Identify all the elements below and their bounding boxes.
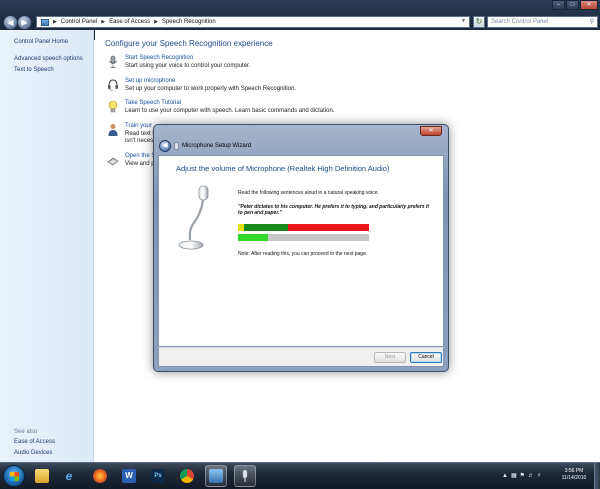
forward-button[interactable]: ▶ xyxy=(17,15,32,30)
clock-date: 11/14/2010 xyxy=(561,475,587,481)
sidebar-item-advanced-speech-options[interactable]: Advanced speech options xyxy=(14,56,83,62)
network-icon[interactable]: ▦ xyxy=(511,472,517,479)
breadcrumb-speech-recognition[interactable]: Speech Recognition xyxy=(162,19,216,25)
back-button[interactable]: ◀ xyxy=(3,15,18,30)
close-button[interactable]: ✕ xyxy=(580,0,598,10)
breadcrumb-control-panel[interactable]: Control Panel xyxy=(61,19,97,25)
task-title[interactable]: Start Speech Recognition xyxy=(125,55,250,61)
flag-icon[interactable]: ⚑ xyxy=(520,472,525,479)
next-button[interactable]: Next xyxy=(374,352,406,363)
sidebar-item-text-to-speech[interactable]: Text to Speech xyxy=(14,67,54,73)
volume-range-meter xyxy=(238,224,369,231)
wizard-back-button[interactable]: ◀ xyxy=(159,140,171,152)
cancel-button[interactable]: Cancel xyxy=(410,352,442,363)
minimize-button[interactable]: – xyxy=(552,0,565,10)
microphone-icon xyxy=(107,55,119,69)
start-button[interactable] xyxy=(3,465,25,487)
volume-icon[interactable]: ♬ xyxy=(528,473,534,479)
taskbar-chrome[interactable] xyxy=(176,465,198,487)
photoshop-icon: Ps xyxy=(151,469,165,483)
clock-time: 3:56 PM xyxy=(564,468,584,474)
input-level-meter xyxy=(238,234,369,241)
dialog-footer: Next Cancel xyxy=(158,347,444,367)
task-title[interactable]: Take Speech Tutorial xyxy=(125,100,334,106)
chevron-right-icon: ▶ xyxy=(101,19,106,25)
chevron-down-icon[interactable]: ▼ xyxy=(461,18,466,24)
taskbar: e W Ps ▲ ▦ ⚑ ♬ ⚡ 3:56 PM 11/14/2010 xyxy=(0,462,600,489)
taskbar-word[interactable]: W xyxy=(118,465,140,487)
card-icon xyxy=(107,153,119,167)
person-icon xyxy=(107,123,119,137)
search-placeholder: Search Control Panel xyxy=(491,19,549,25)
firefox-icon xyxy=(93,469,107,483)
dialog-body: Adjust the volume of Microphone (Realtek… xyxy=(158,155,444,347)
breadcrumb-ease-of-access[interactable]: Ease of Access xyxy=(109,19,150,25)
show-hidden-icons-icon[interactable]: ▲ xyxy=(502,473,508,479)
search-input[interactable]: Search Control Panel ⚲ xyxy=(487,16,598,28)
refresh-button[interactable]: ↻ xyxy=(473,16,485,28)
maximize-button[interactable]: □ xyxy=(566,0,579,10)
dialog-note: Note: After reading this, you can procee… xyxy=(238,251,368,257)
taskbar-speech-recognition[interactable] xyxy=(234,465,256,487)
internet-explorer-icon: e xyxy=(65,469,73,483)
dialog-instruction: Read the following sentences aloud in a … xyxy=(238,190,379,196)
task-description: View and p xyxy=(125,161,155,167)
dialog-close-button[interactable]: ✕ xyxy=(420,126,442,136)
chevron-right-icon: ▶ xyxy=(53,19,57,25)
taskbar-firefox[interactable] xyxy=(89,465,111,487)
see-also-label: See also xyxy=(14,429,38,435)
desk-microphone-icon xyxy=(177,184,217,254)
headset-icon xyxy=(107,78,119,92)
dialog-quote: "Peter dictates to his computer. He pref… xyxy=(238,204,430,216)
microphone-setup-wizard-dialog: ✕ ◀ Microphone Setup Wizard Adjust the v… xyxy=(153,124,449,372)
taskbar-explorer[interactable] xyxy=(31,465,53,487)
windows-logo-icon xyxy=(10,472,19,481)
clock[interactable]: 3:56 PM 11/14/2010 xyxy=(557,468,591,482)
meter-high-zone xyxy=(288,224,369,231)
task-open-speech-reference-card[interactable]: Open the S View and p xyxy=(107,153,155,168)
dialog-heading: Adjust the volume of Microphone (Realtek… xyxy=(176,164,390,173)
power-icon[interactable]: ⚡ xyxy=(537,472,541,479)
speech-recognition-icon xyxy=(238,469,252,483)
notification-area: ▲ ▦ ⚑ ♬ ⚡ xyxy=(502,472,541,480)
control-panel-icon xyxy=(41,18,49,26)
page-title: Configure your Speech Recognition experi… xyxy=(105,39,273,48)
task-description: Start using your voice to control your c… xyxy=(125,63,251,69)
task-description: Set up your computer to work properly wi… xyxy=(125,86,297,92)
meter-good-zone xyxy=(244,224,288,231)
task-title[interactable]: Set up microphone xyxy=(125,78,296,84)
task-start-speech-recognition[interactable]: Start Speech Recognition Start using you… xyxy=(107,55,250,70)
window-controls: – □ ✕ xyxy=(552,0,598,10)
dialog-title: Microphone Setup Wizard xyxy=(182,143,252,149)
address-bar[interactable]: ▶ Control Panel ▶ Ease of Access ▶ Speec… xyxy=(36,16,470,28)
show-desktop-button[interactable] xyxy=(594,463,600,489)
task-description: Learn to use your computer with speech. … xyxy=(125,108,335,114)
input-level-fill xyxy=(238,234,269,241)
chrome-icon xyxy=(180,469,194,483)
see-also-ease-of-access-link[interactable]: Ease of Access xyxy=(14,439,55,445)
taskbar-internet-explorer[interactable]: e xyxy=(58,465,80,487)
task-train-your-computer[interactable]: Train your Read text to isn't necess xyxy=(107,123,157,145)
explorer-icon xyxy=(35,469,49,483)
control-panel-home-link[interactable]: Control Panel Home xyxy=(14,39,68,45)
task-set-up-microphone[interactable]: Set up microphone Set up your computer t… xyxy=(107,78,296,93)
chevron-right-icon: ▶ xyxy=(154,19,158,25)
word-icon: W xyxy=(122,469,136,483)
task-take-speech-tutorial[interactable]: Take Speech Tutorial Learn to use your c… xyxy=(107,100,334,115)
microphone-icon xyxy=(174,142,179,150)
left-pane: Control Panel Home Advanced speech optio… xyxy=(0,30,94,462)
control-panel-icon xyxy=(209,469,223,483)
lightbulb-icon xyxy=(107,100,119,114)
taskbar-photoshop[interactable]: Ps xyxy=(147,465,169,487)
task-title[interactable]: Open the S xyxy=(125,153,155,159)
see-also-audio-devices-link[interactable]: Audio Devices xyxy=(14,450,52,456)
search-icon[interactable]: ⚲ xyxy=(590,17,594,27)
taskbar-control-panel[interactable] xyxy=(205,465,227,487)
